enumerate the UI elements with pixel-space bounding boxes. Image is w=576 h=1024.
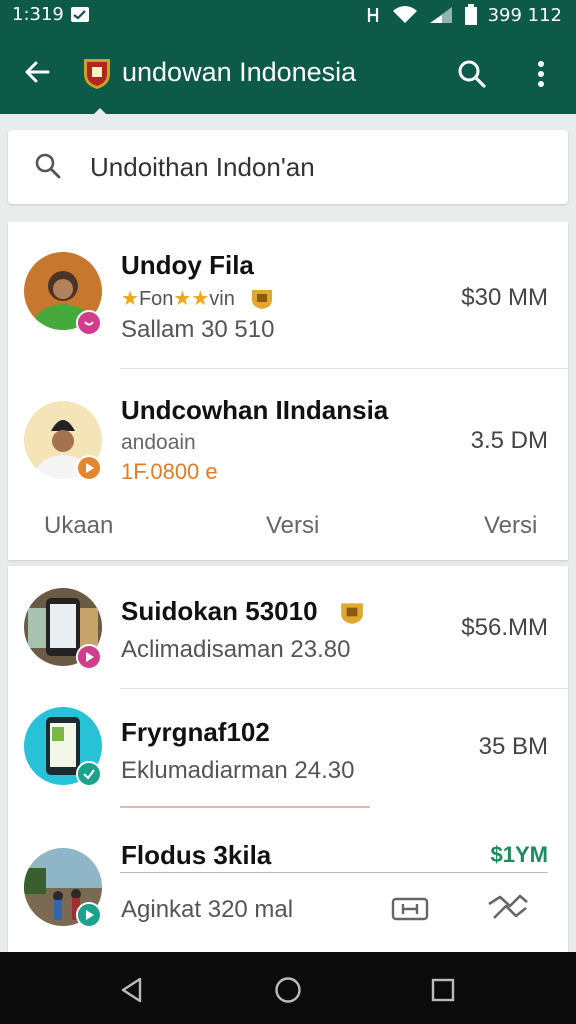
item-subtitle: Sallam 30 510 bbox=[121, 316, 275, 343]
item-name-text: Suidokan 53010 bbox=[121, 596, 318, 626]
item-price: 35 BM bbox=[478, 733, 548, 760]
item-name: Suidokan 53010 bbox=[121, 596, 365, 627]
list-item[interactable]: Undoy Fila ★Fon★★vin Sallam 30 510 $30 M… bbox=[8, 222, 568, 368]
nav-back-icon[interactable] bbox=[118, 976, 146, 1004]
app-title: undowan Indonesia bbox=[122, 57, 357, 87]
back-arrow-icon[interactable] bbox=[18, 52, 58, 92]
list-item[interactable]: Fryrgnaf102 Eklumadiarman 24.30 35 BM bbox=[8, 689, 568, 807]
rating-suffix: vin bbox=[209, 288, 235, 310]
results-card-primary: Undoy Fila ★Fon★★vin Sallam 30 510 $30 M… bbox=[8, 222, 568, 560]
nav-home-icon[interactable] bbox=[273, 975, 303, 1005]
status-badge bbox=[76, 310, 102, 336]
system-nav-bar bbox=[0, 952, 576, 1024]
item-name: Fryrgnaf102 bbox=[121, 717, 270, 747]
list-item[interactable]: Flodus 3kila $1YM Aginkat 320 mal bbox=[8, 808, 568, 952]
tab-versi-alt[interactable]: Versi bbox=[484, 512, 537, 540]
status-bar: 1:319 399 112 bbox=[0, 0, 576, 30]
search-icon[interactable] bbox=[452, 54, 492, 94]
sync-icon bbox=[367, 8, 378, 22]
app-logo-icon bbox=[84, 59, 110, 89]
item-price: $56.MM bbox=[461, 614, 548, 641]
item-name: Flodus 3kila bbox=[121, 840, 272, 870]
tab-versi[interactable]: Versi bbox=[266, 512, 319, 540]
results-card-secondary: Suidokan 53010 Aclimadisaman 23.80 $56.M… bbox=[8, 566, 568, 952]
status-badge bbox=[76, 761, 102, 787]
search-field[interactable]: Undoithan Indon'an bbox=[8, 130, 568, 204]
item-subtitle: andoain bbox=[121, 431, 196, 454]
search-input[interactable]: Undoithan Indon'an bbox=[90, 152, 315, 183]
status-badge bbox=[76, 644, 102, 670]
item-price: $30 MM bbox=[461, 284, 548, 311]
item-price: 3.5 DM bbox=[470, 427, 548, 454]
message-icon bbox=[71, 7, 89, 22]
list-item[interactable]: Undcowhan IIndansia andoain 1F.0800 e 3.… bbox=[8, 369, 568, 504]
item-subtitle: Aclimadisaman 23.80 bbox=[121, 636, 351, 663]
item-subtitle: Aginkat 320 mal bbox=[121, 896, 294, 923]
item-name: Undoy Fila bbox=[121, 250, 254, 280]
more-options-icon[interactable] bbox=[526, 54, 556, 94]
tab-row: Ukaan Versi Versi bbox=[8, 504, 568, 554]
item-name: Undcowhan IIndansia bbox=[121, 395, 389, 425]
battery-icon bbox=[464, 4, 477, 25]
list-item[interactable]: Suidokan 53010 Aclimadisaman 23.80 $56.M… bbox=[8, 566, 568, 688]
divider bbox=[120, 872, 548, 873]
tab-ukaan[interactable]: Ukaan bbox=[44, 512, 113, 540]
search-field-icon bbox=[35, 153, 61, 179]
rating: ★Fon★★vin bbox=[121, 286, 274, 311]
status-badge bbox=[76, 902, 102, 928]
appbar-pointer bbox=[92, 108, 108, 116]
status-battery-text: 399 112 bbox=[487, 4, 562, 26]
item-subtitle: Eklumadiarman 24.30 bbox=[121, 757, 355, 784]
compare-icon[interactable] bbox=[390, 894, 430, 924]
nav-recents-icon[interactable] bbox=[430, 977, 456, 1003]
item-detail: 1F.0800 e bbox=[121, 459, 218, 484]
gold-shield-icon bbox=[252, 290, 273, 309]
app-bar: undowan Indonesia bbox=[0, 30, 576, 114]
signal-icon bbox=[429, 7, 452, 23]
status-time: 1:319 bbox=[12, 4, 64, 25]
gold-shield-icon bbox=[340, 603, 363, 624]
stars-icon: ★★ bbox=[173, 288, 210, 310]
star-icon: ★ bbox=[121, 288, 139, 310]
status-badge bbox=[76, 455, 102, 481]
rating-text: Fon bbox=[138, 288, 174, 310]
share-icon[interactable] bbox=[486, 892, 530, 924]
wifi-icon bbox=[392, 6, 417, 23]
item-price: $1YM bbox=[490, 842, 548, 867]
